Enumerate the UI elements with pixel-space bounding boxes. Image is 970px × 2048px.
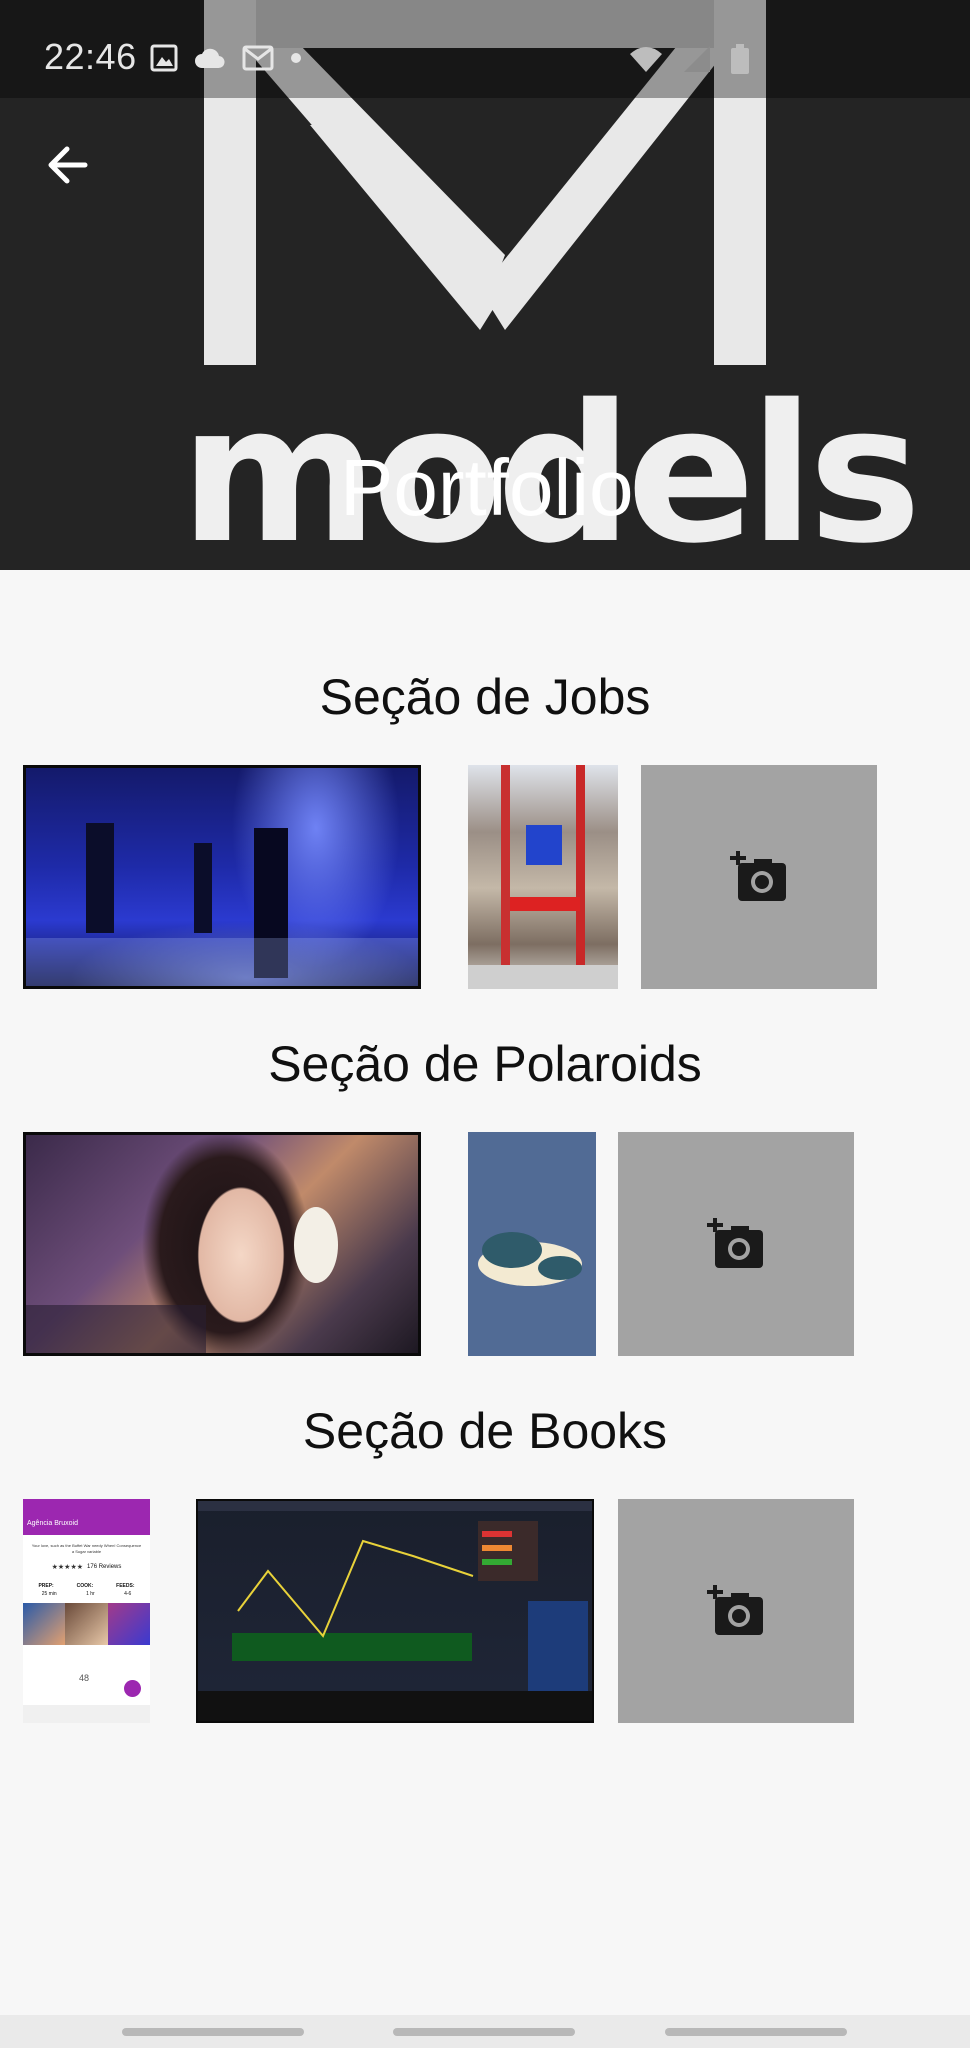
stars-icon: ★★★★★ xyxy=(51,1564,84,1571)
app-fab xyxy=(124,1680,141,1697)
system-nav-bar xyxy=(0,2015,970,2048)
cloud-icon xyxy=(195,48,225,69)
cook-value: 1 hr xyxy=(86,1591,95,1597)
status-bar: 22:46 xyxy=(0,0,970,98)
jobs-photo-2[interactable] xyxy=(468,765,618,989)
prep-value: 25 min xyxy=(41,1591,57,1597)
app-title: Agência Bruxoid xyxy=(23,1515,150,1535)
back-button[interactable] xyxy=(36,134,98,196)
section-title-polaroids: Seção de Polaroids xyxy=(268,1036,702,1092)
prep-label: PREP: xyxy=(38,1583,54,1589)
books-photo-1[interactable]: Agência Bruxoid Your love, such as the B… xyxy=(23,1499,150,1723)
jobs-add-photo-button[interactable] xyxy=(641,765,877,989)
jobs-photo-1[interactable] xyxy=(23,765,421,989)
add-a-photo-icon xyxy=(707,1585,763,1635)
cook-label: COOK: xyxy=(76,1583,94,1589)
app-image-row xyxy=(23,1603,150,1645)
feeds-label: FEEDS: xyxy=(116,1583,135,1589)
polaroids-photo-1[interactable] xyxy=(23,1132,421,1356)
scene-flower xyxy=(26,1207,338,1353)
nav-home-button[interactable] xyxy=(393,2028,575,2036)
signal-icon xyxy=(684,46,710,72)
app-count: 48 xyxy=(79,1673,90,1683)
app-status-strip xyxy=(23,1499,150,1515)
books-add-photo-button[interactable] xyxy=(618,1499,854,1723)
app-reviews: 176 Reviews xyxy=(87,1564,122,1570)
arrow-back-icon xyxy=(48,146,88,184)
shop-sign xyxy=(468,825,618,989)
status-time: 22:46 xyxy=(44,36,137,77)
polaroids-add-photo-button[interactable] xyxy=(618,1132,854,1356)
books-photo-2[interactable] xyxy=(196,1499,594,1723)
dot-icon xyxy=(291,53,301,63)
app-header: models 22:46 Portfolio xyxy=(0,0,970,570)
trading-screenshot xyxy=(198,1501,592,1721)
polaroids-photo-2[interactable] xyxy=(468,1132,596,1356)
snorlax-illustration xyxy=(478,1232,582,1286)
page-title: Portfolio xyxy=(340,443,634,532)
battery-icon xyxy=(731,44,749,74)
section-title-jobs: Seção de Jobs xyxy=(319,669,651,725)
mail-icon xyxy=(242,45,274,71)
add-a-photo-icon xyxy=(730,851,786,901)
nav-back-button[interactable] xyxy=(665,2028,847,2036)
image-icon xyxy=(150,44,178,72)
feeds-value: 4-6 xyxy=(124,1591,132,1597)
section-title-books: Seção de Books xyxy=(302,1403,668,1459)
add-a-photo-icon xyxy=(707,1218,763,1268)
wifi-icon xyxy=(630,47,662,72)
app-nav xyxy=(23,1705,150,1723)
scene-figures xyxy=(26,823,418,986)
nav-recent-button[interactable] xyxy=(122,2028,304,2036)
app-text: Your love, such as the Buffet War needy … xyxy=(31,1543,142,1554)
